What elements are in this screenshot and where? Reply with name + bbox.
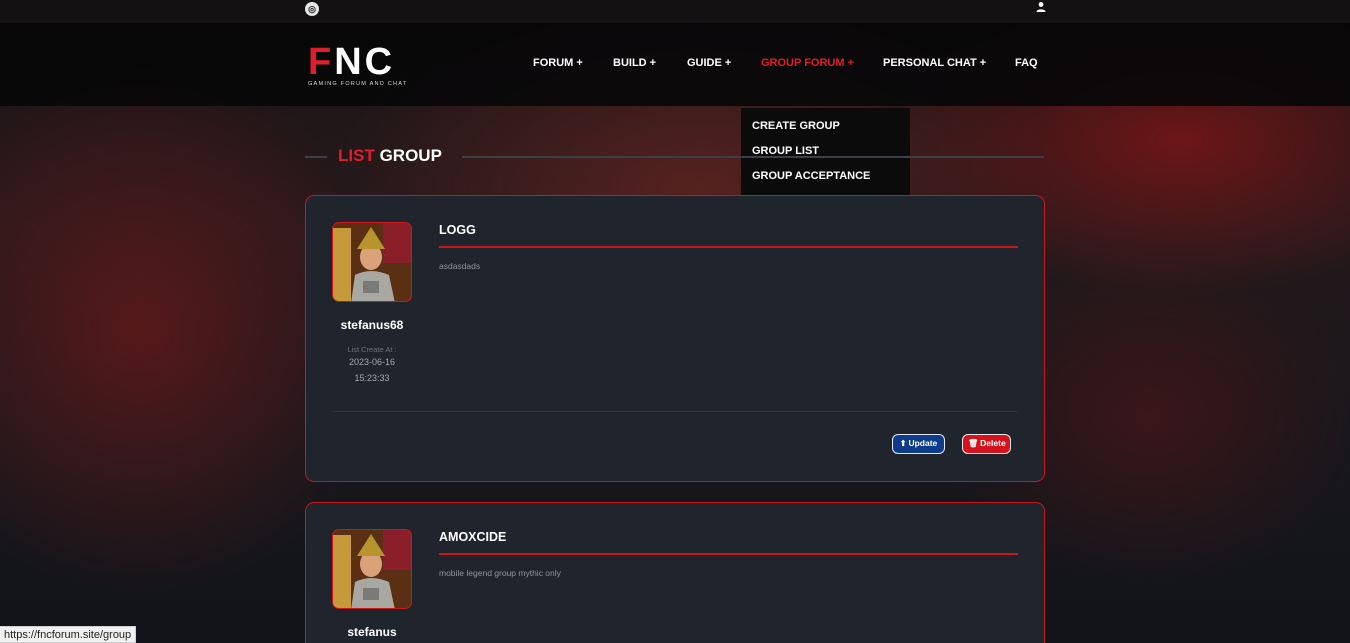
delete-button[interactable]: 🗑 Delete xyxy=(962,434,1011,454)
main-nav: FORUM + BUILD + GUIDE + GROUP FORUM + PE… xyxy=(0,57,1350,73)
status-bar-url: https://fncforum.site/group xyxy=(0,626,137,643)
user-icon[interactable] xyxy=(1035,1,1047,13)
group-card: stefanus AMOXCIDE mobile legend group my… xyxy=(305,502,1045,643)
nav-group-forum[interactable]: GROUP FORUM + xyxy=(761,57,854,69)
avatar-image xyxy=(333,223,411,301)
logo-tagline: GAMING FORUM AND CHAT xyxy=(308,81,408,87)
nav-forum[interactable]: FORUM + xyxy=(533,57,583,69)
created-at-date: 2023-06-16 xyxy=(348,357,396,367)
created-at-label: List Create At : xyxy=(347,345,397,354)
nav-personal-chat[interactable]: PERSONAL CHAT + xyxy=(883,57,986,69)
top-utility-bar: ◎ xyxy=(0,0,1350,23)
heading-divider-left xyxy=(305,156,327,158)
trash-icon: 🗑 xyxy=(968,439,979,448)
heading-divider-right xyxy=(462,156,1044,158)
avatar-image xyxy=(333,530,411,608)
avatar[interactable] xyxy=(332,222,412,302)
group-card: stefanus68 List Create At : 2023-06-16 1… xyxy=(305,195,1045,482)
group-title-divider xyxy=(439,553,1018,555)
instagram-icon[interactable]: ◎ xyxy=(305,2,319,16)
group-owner-username: stefanus68 xyxy=(340,318,404,332)
card-footer-divider xyxy=(332,411,1018,412)
group-description: mobile legend group mythic only xyxy=(439,568,561,578)
nav-build[interactable]: BUILD + xyxy=(613,57,656,69)
nav-guide[interactable]: GUIDE + xyxy=(687,57,731,69)
group-title[interactable]: LOGG xyxy=(439,223,476,237)
dropdown-group-acceptance[interactable]: GROUP ACCEPTANCE xyxy=(752,170,870,182)
page-title: LIST GROUP xyxy=(338,146,442,165)
dropdown-create-group[interactable]: CREATE GROUP xyxy=(752,120,840,132)
created-at-time: 15:23:33 xyxy=(354,373,390,383)
site-header: FNC GAMING FORUM AND CHAT FORUM + BUILD … xyxy=(0,23,1350,106)
update-button[interactable]: ⬆ Update xyxy=(892,434,945,454)
group-description: asdasdads xyxy=(439,261,481,271)
group-title[interactable]: AMOXCIDE xyxy=(439,530,506,544)
section-heading: LIST GROUP xyxy=(305,145,1045,169)
avatar[interactable] xyxy=(332,529,412,609)
group-owner-username: stefanus xyxy=(347,625,397,639)
upload-icon: ⬆ xyxy=(899,439,907,448)
nav-faq[interactable]: FAQ xyxy=(1015,57,1038,69)
group-title-divider xyxy=(439,246,1018,248)
